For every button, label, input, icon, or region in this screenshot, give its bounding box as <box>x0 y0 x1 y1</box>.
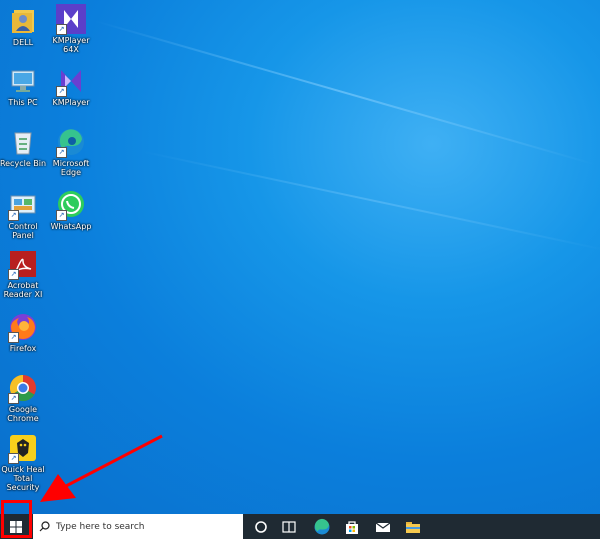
store-icon[interactable] <box>343 518 361 536</box>
cortana-icon[interactable] <box>252 518 270 536</box>
taskbar: Type here to search <box>0 500 600 539</box>
annotation-highlight-box <box>1 500 32 538</box>
search-icon <box>39 521 50 532</box>
desktop: DELL ↗ KMPlayer 64X This PC ↗ KMPlayer R… <box>0 0 600 514</box>
task-view-icon[interactable] <box>280 518 298 536</box>
annotation-arrow <box>40 434 163 502</box>
mail-icon[interactable] <box>374 518 392 536</box>
edge-icon[interactable] <box>313 518 331 536</box>
search-box[interactable]: Type here to search <box>33 514 243 539</box>
search-placeholder: Type here to search <box>56 521 145 532</box>
file-explorer-icon[interactable] <box>404 518 422 536</box>
